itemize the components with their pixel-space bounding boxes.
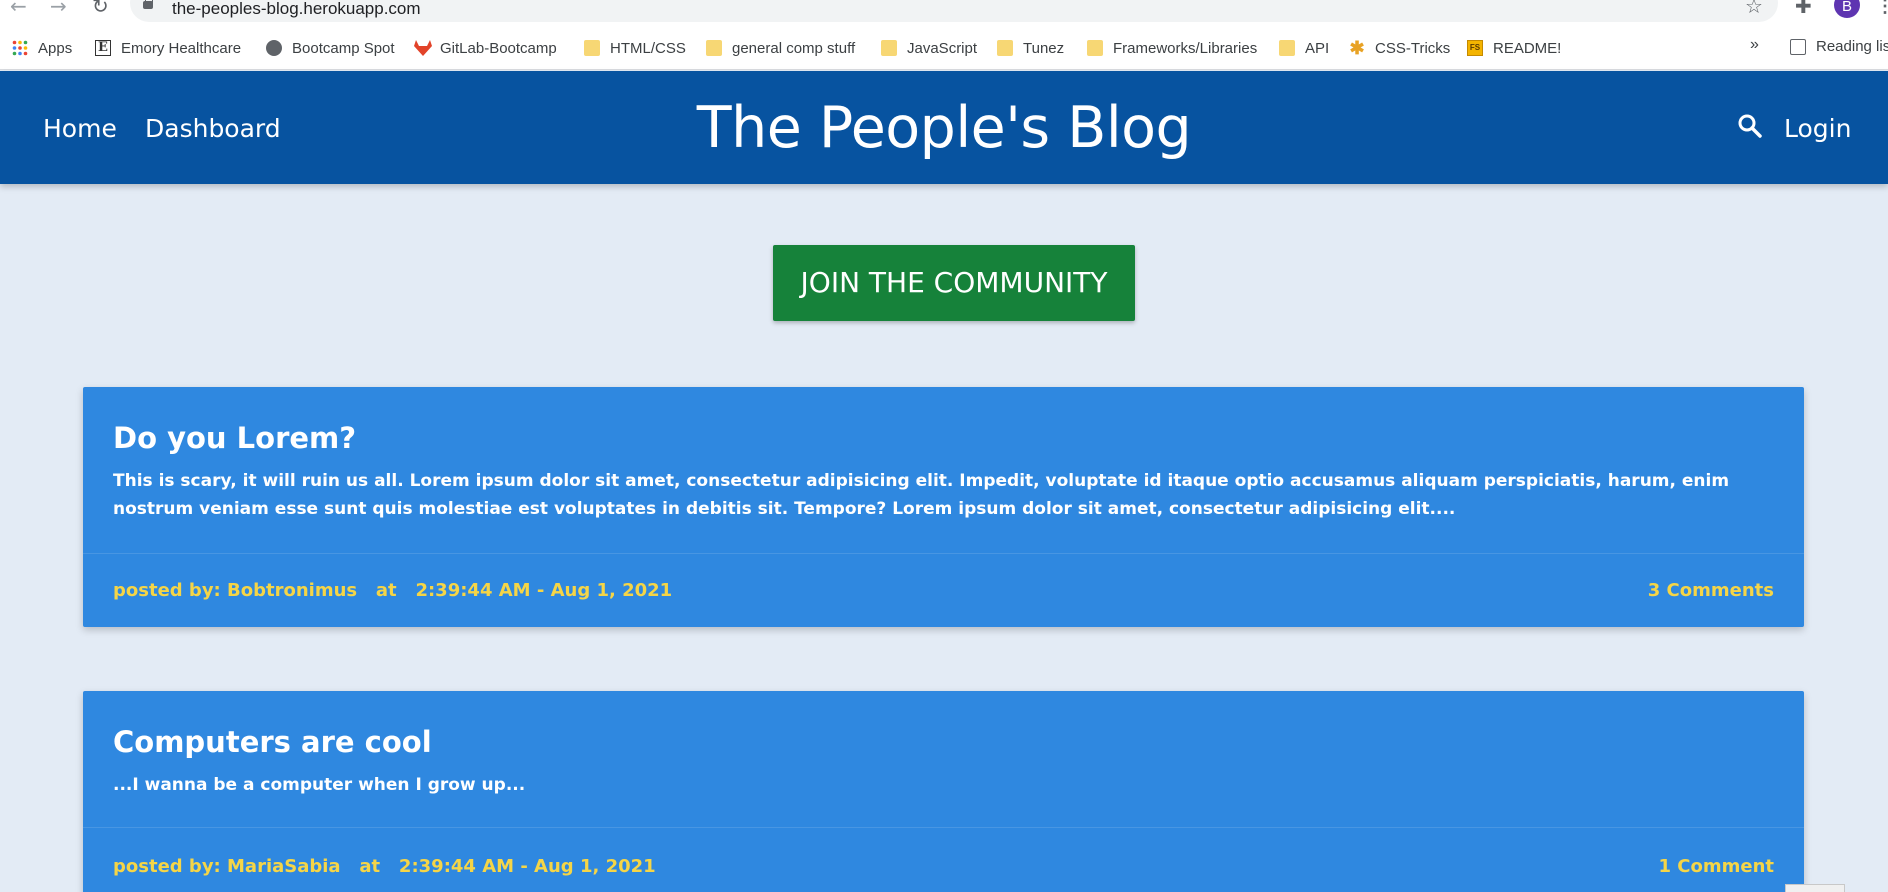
bookmark-tunez[interactable]: Tunez bbox=[997, 38, 1064, 58]
bookmark-javascript[interactable]: JavaScript bbox=[881, 38, 977, 58]
lock-icon bbox=[143, 0, 153, 9]
globe-icon bbox=[266, 40, 282, 56]
join-community-button[interactable]: JOIN THE COMMUNITY bbox=[773, 245, 1135, 321]
post-title[interactable]: Do you Lorem? bbox=[113, 421, 356, 455]
bookmark-gitlab-bootcamp[interactable]: GitLab-Bootcamp bbox=[414, 38, 557, 58]
bookmark-general-comp-stuff[interactable]: general comp stuff bbox=[706, 38, 855, 58]
css-tricks-icon: ✱ bbox=[1349, 38, 1365, 58]
bookmark-label: Tunez bbox=[1023, 39, 1065, 57]
folder-icon bbox=[881, 40, 897, 56]
emory-icon: E bbox=[95, 40, 111, 56]
bookmark-label: Bootcamp Spot bbox=[292, 39, 395, 57]
extensions-puzzle-icon[interactable]: ✚ bbox=[1795, 0, 1812, 18]
bookmark-label: Emory Healthcare bbox=[121, 39, 242, 57]
reload-icon[interactable]: ↻ bbox=[92, 0, 109, 18]
bookmark-label: API bbox=[1305, 39, 1330, 57]
site-header: Home Dashboard The People's Blog Login bbox=[0, 71, 1888, 184]
browser-toolbar: ← → ↻ the-peoples-blog.herokuapp.com ☆ ✚… bbox=[0, 0, 1888, 26]
folder-icon bbox=[1279, 40, 1295, 56]
bookmark-label: Frameworks/Libraries bbox=[1113, 39, 1258, 57]
bookmark-label: general comp stuff bbox=[732, 39, 856, 57]
url-text[interactable]: the-peoples-blog.herokuapp.com bbox=[172, 0, 421, 19]
post-body: ...I wanna be a computer when I grow up.… bbox=[113, 775, 526, 795]
bookmark-star-icon[interactable]: ☆ bbox=[1745, 0, 1763, 18]
post-meta: posted by: MariaSabia at 2:39:44 AM - Au… bbox=[113, 856, 656, 877]
bookmark-label: CSS-Tricks bbox=[1375, 39, 1451, 57]
bookmark-label: README! bbox=[1493, 39, 1562, 57]
bookmarks-overflow-button[interactable]: » bbox=[1750, 36, 1759, 54]
folder-icon bbox=[997, 40, 1013, 56]
bookmark-html-css[interactable]: HTML/CSS bbox=[584, 38, 686, 58]
reading-list-button[interactable]: Reading list bbox=[1790, 38, 1888, 55]
bookmark-api[interactable]: API bbox=[1279, 38, 1329, 58]
post-comments-link[interactable]: 3 Comments bbox=[1648, 580, 1774, 601]
nav-login-link[interactable]: Login bbox=[1784, 114, 1851, 143]
scrollbar-corner bbox=[1785, 884, 1845, 892]
folder-icon bbox=[706, 40, 722, 56]
fs-icon: FS bbox=[1467, 40, 1483, 56]
bookmark-label: Apps bbox=[38, 39, 73, 57]
bookmark-readme[interactable]: FS README! bbox=[1467, 38, 1561, 58]
reading-list-label: Reading list bbox=[1816, 38, 1888, 55]
post-card[interactable]: Computers are cool ...I wanna be a compu… bbox=[83, 691, 1804, 892]
bookmarks-bar: Apps E Emory Healthcare Bootcamp Spot Gi… bbox=[0, 26, 1888, 70]
reading-list-icon bbox=[1790, 38, 1806, 55]
site-title: The People's Blog bbox=[696, 95, 1192, 161]
bookmark-label: JavaScript bbox=[907, 39, 978, 57]
post-comments-link[interactable]: 1 Comment bbox=[1658, 856, 1774, 877]
bookmark-apps[interactable]: Apps bbox=[12, 38, 72, 58]
post-body: This is scary, it will ruin us all. Lore… bbox=[113, 471, 1730, 519]
bookmark-css-tricks[interactable]: ✱ CSS-Tricks bbox=[1349, 38, 1450, 58]
bookmark-label: HTML/CSS bbox=[610, 39, 686, 57]
address-bar[interactable]: the-peoples-blog.herokuapp.com bbox=[130, 0, 1778, 22]
browser-menu-icon[interactable]: ⋮ bbox=[1876, 0, 1888, 17]
forward-arrow-icon[interactable]: → bbox=[50, 0, 67, 18]
bookmark-frameworks-libraries[interactable]: Frameworks/Libraries bbox=[1087, 38, 1257, 58]
back-arrow-icon[interactable]: ← bbox=[10, 0, 27, 18]
folder-icon bbox=[1087, 40, 1103, 56]
card-divider bbox=[83, 553, 1804, 554]
post-card[interactable]: Do you Lorem? This is scary, it will rui… bbox=[83, 387, 1804, 627]
bookmark-emory-healthcare[interactable]: E Emory Healthcare bbox=[95, 38, 241, 58]
post-title[interactable]: Computers are cool bbox=[113, 725, 432, 759]
apps-grid-icon bbox=[12, 40, 28, 56]
post-meta: posted by: Bobtronimus at 2:39:44 AM - A… bbox=[113, 580, 673, 601]
card-divider bbox=[83, 827, 1804, 828]
folder-icon bbox=[584, 40, 600, 56]
search-icon[interactable] bbox=[1737, 113, 1763, 139]
bookmark-label: GitLab-Bootcamp bbox=[440, 39, 557, 57]
gitlab-icon bbox=[414, 40, 432, 56]
profile-avatar[interactable]: B bbox=[1834, 0, 1860, 18]
bookmark-bootcamp-spot[interactable]: Bootcamp Spot bbox=[266, 38, 395, 58]
